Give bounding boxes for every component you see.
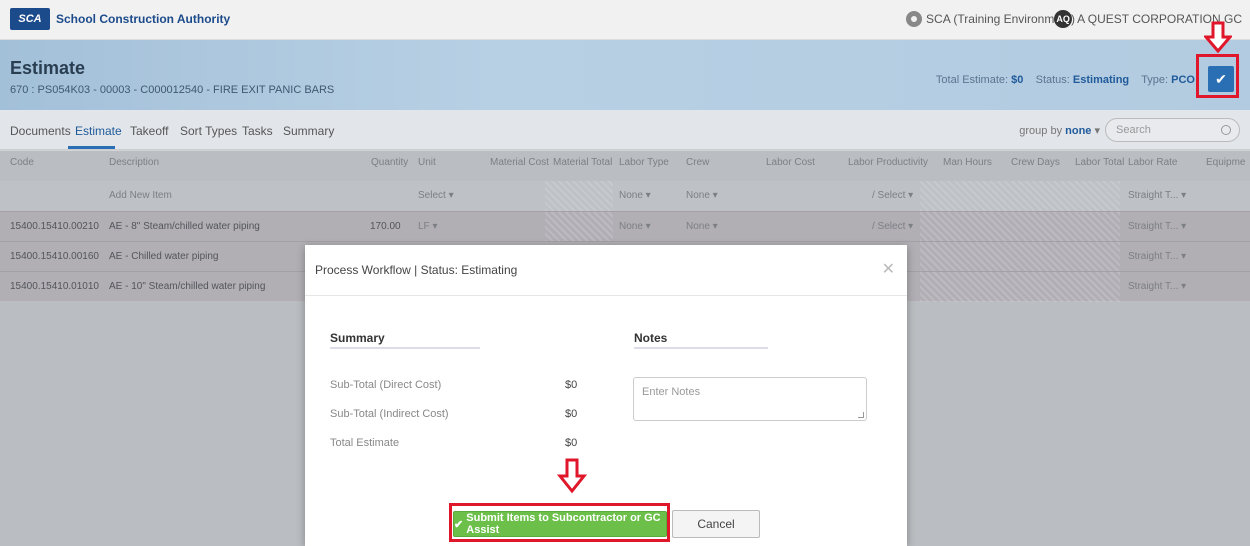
tab-tasks[interactable]: Tasks	[242, 124, 273, 138]
notes-placeholder: Enter Notes	[642, 386, 701, 398]
process-workflow-modal: Process Workflow | Status: Estimating ✕ …	[305, 245, 907, 546]
tab-sort-types[interactable]: Sort Types	[180, 124, 237, 138]
avatar: AQ	[1054, 10, 1073, 28]
summary-heading: Summary	[330, 331, 385, 345]
notes-underline	[634, 347, 768, 349]
annotation-highlight-box	[449, 503, 670, 542]
total-estimate-label: Total Estimate	[330, 437, 400, 449]
page-title: Estimate	[10, 58, 86, 78]
cancel-button[interactable]: Cancel	[672, 510, 760, 538]
search-icon	[1221, 125, 1231, 135]
modal-title: Process Workflow | Status: Estimating	[315, 263, 518, 277]
type-value: PCO	[1171, 74, 1195, 86]
group-by-value: none	[1065, 125, 1092, 137]
top-bar: SCA School Construction Authority SCA (T…	[0, 0, 1250, 40]
logo-mark: SCA	[10, 8, 50, 30]
direct-cost-label: Sub-Total (Direct Cost)	[330, 379, 442, 391]
sca-logo[interactable]: SCA School Construction Authority	[10, 8, 230, 30]
page-subtitle: 670 : PS054K03 - 00003 - C000012540 - FI…	[10, 84, 335, 96]
modal-divider	[305, 295, 907, 296]
notes-field[interactable]: Enter Notes	[633, 377, 867, 421]
active-tab-indicator	[68, 146, 115, 149]
annotation-down-arrow-icon	[1204, 21, 1232, 53]
tab-bar: Documents Estimate Takeoff Sort Types Ta…	[0, 110, 1250, 150]
estimate-header: Estimate 670 : PS054K03 - 00003 - C00001…	[0, 40, 1250, 110]
estimate-stats: Total Estimate: $0 Status: Estimating Ty…	[936, 74, 1195, 86]
search-input[interactable]: Search	[1105, 118, 1240, 142]
gear-icon	[906, 11, 923, 27]
annotation-down-arrow-icon	[557, 458, 587, 494]
environment-indicator[interactable]: SCA (Training Environment)	[906, 11, 1075, 27]
summary-underline	[330, 347, 480, 349]
annotation-highlight-box	[1196, 54, 1239, 98]
type-label: Type:	[1141, 74, 1169, 86]
tab-summary[interactable]: Summary	[283, 124, 334, 138]
tab-takeoff[interactable]: Takeoff	[130, 124, 168, 138]
total-estimate-value: $0	[565, 437, 578, 449]
logo-text: School Construction Authority	[56, 12, 231, 26]
close-icon[interactable]: ✕	[882, 259, 895, 279]
group-by-dropdown[interactable]: group by none ▾	[1019, 124, 1100, 137]
tab-documents[interactable]: Documents	[10, 124, 71, 138]
indirect-cost-label: Sub-Total (Indirect Cost)	[330, 408, 449, 420]
total-estimate-value: $0	[1011, 74, 1024, 86]
total-estimate-label: Total Estimate:	[935, 74, 1009, 86]
group-by-label: group by	[1019, 125, 1063, 137]
indirect-cost-value: $0	[565, 408, 578, 420]
tab-estimate[interactable]: Estimate	[75, 124, 122, 138]
notes-heading: Notes	[634, 331, 668, 345]
resize-handle-icon[interactable]	[858, 412, 864, 418]
search-placeholder: Search	[1116, 124, 1151, 136]
environment-label: SCA (Training Environment)	[926, 12, 1075, 26]
direct-cost-value: $0	[565, 379, 578, 391]
status-label: Status:	[1035, 74, 1070, 86]
status-value: Estimating	[1072, 74, 1130, 86]
